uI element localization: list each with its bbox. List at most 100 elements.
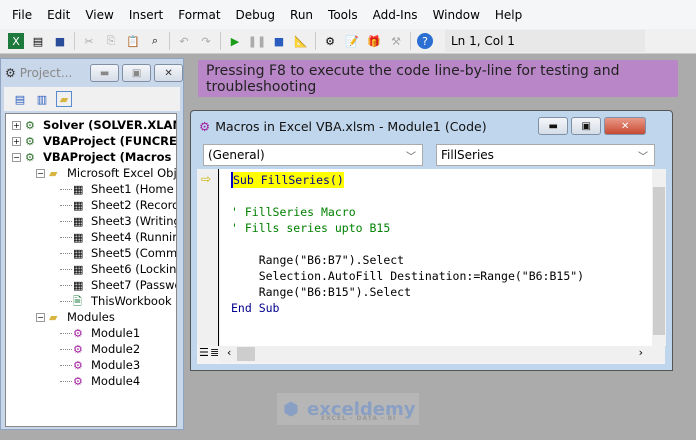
code-line: Selection.AutoFill Destination:=Range("B… [231, 269, 585, 283]
watermark-logo: ⬢ exceldemy EXCEL - DATA - BI [277, 393, 419, 425]
tree-item-label: Modules [67, 310, 115, 324]
redo-icon[interactable]: ↷ [198, 33, 214, 49]
collapse-icon[interactable]: − [36, 168, 45, 178]
tree-item-label: Sheet5 (Command [91, 246, 177, 260]
design-mode-icon[interactable]: 📐 [293, 33, 309, 49]
tree-item[interactable]: − ▰ Modules [36, 309, 115, 325]
maximize-button[interactable]: ▣ [571, 117, 602, 135]
sheet-icon: ▦ [73, 182, 84, 196]
collapse-icon[interactable]: − [36, 312, 45, 322]
tree-item[interactable]: − ⚙ VBAProject (Macros in [12, 149, 177, 165]
view-code-icon[interactable]: ▤ [12, 91, 28, 107]
object-dropdown[interactable]: (General) ﹀ [203, 144, 423, 166]
project-icon: ⚙ [25, 134, 35, 148]
tree-item[interactable]: ▦ Sheet2 (Recording [60, 197, 176, 213]
module-icon: ⚙ [73, 342, 83, 356]
expand-icon[interactable]: + [12, 136, 21, 146]
code-editor[interactable]: Sub FillSeries() ' FillSeries Macro ' Fill… [220, 169, 652, 346]
scroll-right-icon[interactable]: › [639, 346, 643, 359]
code-line: ' Fills series upto B15 [231, 221, 391, 235]
view-object-icon[interactable]: ▥ [34, 91, 50, 107]
toolbox-icon[interactable]: ⚒ [388, 33, 404, 49]
sheet-icon: ▦ [73, 214, 84, 228]
tree-item[interactable]: ▦ Sheet5 (Command [60, 245, 177, 261]
sheet-icon: ▦ [73, 246, 84, 260]
project-explorer-toolbar: ▤ ▥ ▰ [4, 87, 180, 111]
tree-item[interactable]: ▦ Sheet3 (Writing Ma [60, 213, 176, 229]
module-icon: ⚙ [73, 358, 83, 372]
insert-userform-icon[interactable]: ▤ [30, 33, 46, 49]
tree-item-label: Microsoft Excel Objects [67, 166, 177, 180]
full-module-view-icon[interactable]: ≣ [210, 346, 219, 359]
tree-item[interactable]: ▦ Sheet7 (Password- [60, 277, 176, 293]
copy-icon[interactable]: ⎘ [103, 33, 119, 49]
break-icon[interactable]: ❚❚ [248, 33, 266, 49]
project-explorer-window: ⚙ Project... ▬ ▣ ✕ ▤ ▥ ▰ + ⚙ Solver (SOLVE… [0, 58, 184, 430]
instruction-banner: Pressing F8 to execute the code line-by-… [198, 60, 678, 97]
find-icon[interactable]: ⌕ [147, 33, 163, 49]
properties-icon[interactable]: 📝 [344, 33, 360, 49]
tree-item[interactable]: ▦ Sheet4 (Running M [60, 229, 176, 245]
menu-insert[interactable]: Insert [129, 8, 163, 22]
tree-item[interactable]: ▦ Sheet6 (Locking Ma [60, 261, 176, 277]
separator [410, 32, 411, 50]
execution-arrow-icon: ⇨ [201, 172, 212, 186]
menu-format[interactable]: Format [178, 8, 220, 22]
procedure-view-icon[interactable]: ☰ [199, 346, 209, 359]
cut-icon[interactable]: ✂ [81, 33, 97, 49]
excel-icon[interactable]: X [8, 33, 24, 49]
expand-icon[interactable]: + [12, 120, 21, 130]
tree-item[interactable]: + ⚙ Solver (SOLVER.XLAM) [12, 117, 176, 133]
tree-item[interactable]: ⚙ Module3 [60, 357, 140, 373]
menu-window[interactable]: Window [433, 8, 480, 22]
menu-debug[interactable]: Debug [236, 8, 275, 22]
menu-run[interactable]: Run [290, 8, 313, 22]
menu-tools[interactable]: Tools [328, 8, 358, 22]
tree-item[interactable]: ⚙ Module1 [60, 325, 140, 341]
tree-item-label: Sheet1 (Home Pag [91, 182, 176, 196]
tree-item[interactable]: ⚙ Module4 [60, 373, 140, 389]
object-browser-icon[interactable]: 🎁 [366, 33, 382, 49]
separator [169, 32, 170, 50]
code-area: ⇨ Sub FillSeries() ' FillSeries Macro ' Fi… [197, 169, 666, 364]
scroll-left-icon[interactable]: ‹ [227, 346, 231, 359]
project-explorer-titlebar: ⚙ Project... ▬ ▣ ✕ [1, 59, 183, 87]
object-dropdown-value: (General) [208, 148, 265, 162]
reset-icon[interactable]: ■ [271, 33, 287, 49]
tree-item-label: VBAProject (Macros in [43, 150, 177, 164]
tree-item[interactable]: 🗎 ThisWorkbook [60, 293, 172, 309]
save-icon[interactable]: ■ [52, 33, 68, 49]
help-icon[interactable]: ? [417, 33, 433, 49]
project-icon: ⚙ [25, 118, 35, 132]
tree-item[interactable]: + ⚙ VBAProject (FUNCRES.X [12, 133, 176, 149]
run-icon[interactable]: ▶ [227, 33, 243, 49]
menu-help[interactable]: Help [495, 8, 522, 22]
project-icon: ⚙ [25, 150, 35, 164]
code-line: End Sub [231, 301, 280, 315]
toggle-folders-icon[interactable]: ▰ [56, 91, 72, 107]
tree-connector [60, 348, 72, 350]
minimize-button[interactable]: ▬ [90, 64, 120, 82]
scrollbar-thumb[interactable] [653, 187, 665, 335]
margin-indicator-bar[interactable]: ⇨ [197, 169, 219, 346]
menu-file[interactable]: File [12, 8, 32, 22]
collapse-icon[interactable]: − [12, 152, 21, 162]
close-button[interactable]: ✕ [154, 64, 183, 82]
tree-item[interactable]: −▰ Microsoft Excel Objects [36, 165, 177, 181]
undo-icon[interactable]: ↶ [176, 33, 192, 49]
menu-view[interactable]: View [85, 8, 113, 22]
paste-icon[interactable]: 📋 [125, 33, 141, 49]
horizontal-scrollbar[interactable]: ‹ › [219, 346, 665, 362]
minimize-button[interactable]: ▬ [538, 117, 569, 135]
menu-add-ins[interactable]: Add-Ins [373, 8, 418, 22]
scrollbar-thumb[interactable] [237, 347, 255, 361]
close-button[interactable]: ✕ [604, 117, 647, 135]
vertical-scrollbar[interactable] [652, 169, 666, 346]
procedure-dropdown[interactable]: FillSeries ﹀ [436, 144, 655, 166]
maximize-button[interactable]: ▣ [122, 64, 152, 82]
module-icon: ⚙ [73, 326, 83, 340]
tree-item[interactable]: ▦ Sheet1 (Home Pag [60, 181, 176, 197]
project-explorer-icon[interactable]: ⚙ [322, 33, 338, 49]
menu-edit[interactable]: Edit [47, 8, 70, 22]
tree-item[interactable]: ⚙ Module2 [60, 341, 140, 357]
